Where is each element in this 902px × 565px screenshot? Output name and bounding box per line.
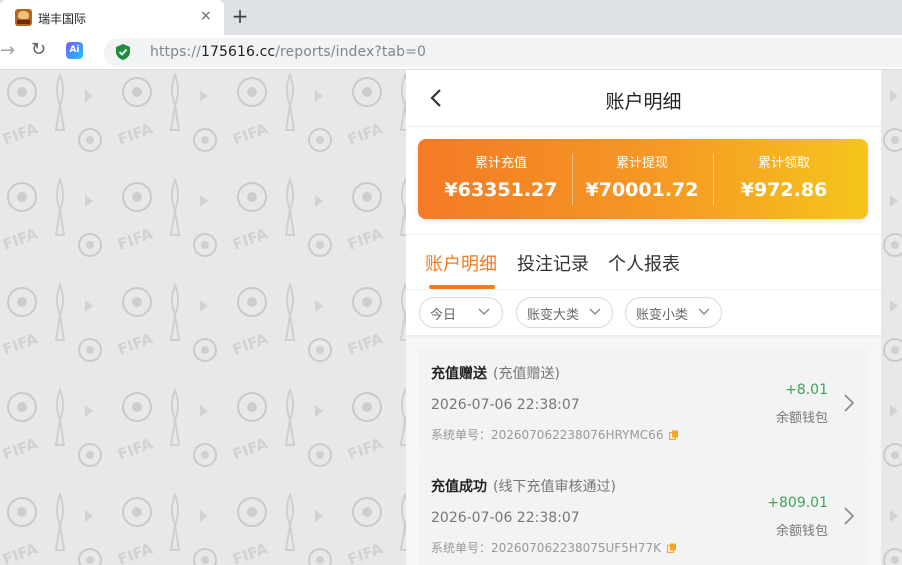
tab-close-icon[interactable]: ×	[200, 8, 212, 24]
record-amount: +8.01	[785, 382, 828, 398]
stat-total-deposit: 累计充值 ¥63351.27	[426, 139, 576, 219]
ai-extension-icon[interactable]: Ai	[66, 42, 83, 59]
url-host: 175616.cc	[200, 44, 276, 60]
tab-title: 瑞丰国际	[38, 12, 87, 26]
tab-personal-report[interactable]: 个人报表	[608, 250, 680, 276]
record-order-number: 系统单号：202607062238075UF5H77K	[431, 539, 677, 556]
filter-label: 账变小类	[636, 308, 689, 323]
tab-account-detail[interactable]: 账户明细	[425, 250, 497, 276]
stat-total-withdraw: 累计提现 ¥70001.72	[567, 139, 717, 219]
stat-label: 累计领取	[757, 156, 810, 171]
record-wallet: 余额钱包	[775, 524, 828, 539]
record-type: 充值成功	[431, 479, 487, 495]
reload-icon[interactable]: ↻	[31, 39, 46, 60]
page-title: 账户明细	[605, 91, 682, 113]
record-time: 2026-07-06 22:38:07	[431, 397, 580, 413]
forward-arrow-icon[interactable]: →	[0, 40, 15, 61]
account-detail-panel: 账户明细 累计充值 ¥63351.27 累计提现 ¥70001.72 累计领取 …	[406, 70, 881, 565]
stat-label: 累计提现	[615, 156, 668, 171]
record-subtype: (线下充值审核通过)	[493, 479, 616, 495]
summary-card: 累计充值 ¥63351.27 累计提现 ¥70001.72 累计领取 ¥972.…	[418, 139, 868, 219]
stat-value: ¥63351.27	[444, 179, 558, 201]
filter-bar: 今日 账变大类 账变小类	[406, 289, 881, 335]
page-header: 账户明细	[406, 70, 881, 127]
stat-label: 累计充值	[474, 156, 527, 171]
chevron-down-icon	[698, 308, 710, 315]
chevron-down-icon	[478, 308, 490, 315]
url-scheme: https://	[150, 44, 201, 60]
filter-label: 账变大类	[527, 308, 580, 323]
chevron-right-icon[interactable]	[844, 394, 854, 412]
stat-total-claimed: 累计领取 ¥972.86	[709, 139, 859, 219]
record-card[interactable]: 充值成功 (线下充值审核通过) 2026-07-06 22:38:07 系统单号：…	[418, 460, 868, 565]
browser-toolbar: → ↻ Ai https://175616.cc/reports/index?t…	[0, 35, 902, 70]
record-wallet: 余额钱包	[775, 411, 828, 426]
order-text: 系统单号：202607062238075UF5H77K	[431, 541, 662, 555]
record-tabs: 账户明细 投注记录 个人报表	[406, 234, 881, 289]
record-card[interactable]: 充值赠送 (充值赠送) 2026-07-06 22:38:07 系统单号：2026…	[418, 347, 868, 459]
address-bar[interactable]: https://175616.cc/reports/index?tab=0	[104, 38, 902, 67]
url-text: https://175616.cc/reports/index?tab=0	[150, 44, 426, 60]
record-amount: +809.01	[767, 495, 828, 511]
filter-subcategory-dropdown[interactable]: 账变小类	[625, 297, 722, 328]
secure-shield-icon	[116, 44, 130, 60]
record-title: 充值成功 (线下充值审核通过)	[431, 476, 616, 496]
filter-date-dropdown[interactable]: 今日	[419, 297, 503, 328]
browser-tab-bar: 瑞丰国际 × +	[0, 0, 902, 35]
chevron-down-icon	[589, 308, 601, 315]
record-order-number: 系统单号：202607062238076HRYMC66	[431, 426, 679, 443]
new-tab-button[interactable]: +	[230, 4, 250, 28]
site-favicon-icon	[15, 9, 32, 26]
record-title: 充值赠送 (充值赠送)	[431, 363, 560, 383]
stat-value: ¥972.86	[740, 179, 828, 201]
order-text: 系统单号：202607062238076HRYMC66	[431, 428, 664, 442]
record-type: 充值赠送	[431, 366, 487, 382]
record-time: 2026-07-06 22:38:07	[431, 510, 580, 526]
url-path: /reports/index?tab=0	[275, 44, 426, 60]
copy-icon[interactable]	[667, 543, 677, 553]
record-subtype: (充值赠送)	[493, 366, 560, 382]
chevron-right-icon[interactable]	[844, 507, 854, 525]
summary-section: 累计充值 ¥63351.27 累计提现 ¥70001.72 累计领取 ¥972.…	[406, 127, 881, 234]
copy-icon[interactable]	[669, 430, 679, 440]
browser-tab[interactable]: 瑞丰国际 ×	[0, 0, 224, 35]
filter-label: 今日	[430, 308, 457, 323]
stat-value: ¥70001.72	[585, 179, 699, 201]
tab-bet-records[interactable]: 投注记录	[517, 250, 589, 276]
filter-category-dropdown[interactable]: 账变大类	[516, 297, 613, 328]
